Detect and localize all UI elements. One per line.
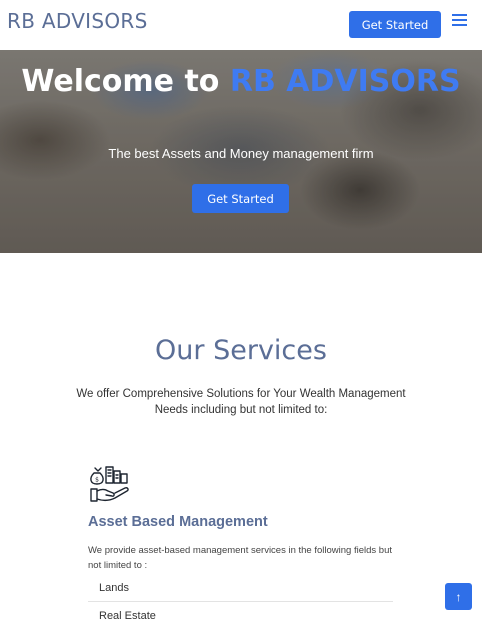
hero-subtitle: The best Assets and Money management fir… bbox=[108, 146, 374, 161]
back-to-top-button[interactable]: ↑ bbox=[445, 583, 472, 610]
asset-hand-icon: $ bbox=[88, 462, 132, 504]
site-header: RB ADVISORS Get Started bbox=[0, 0, 482, 50]
hero-get-started-button[interactable]: Get Started bbox=[192, 184, 289, 213]
list-item: Real Estate bbox=[99, 610, 156, 619]
service-field-list: Lands Real Estate bbox=[88, 574, 393, 619]
site-logo[interactable]: RB ADVISORS bbox=[7, 9, 148, 33]
arrow-up-icon: ↑ bbox=[455, 589, 462, 604]
service-title: Asset Based Management bbox=[88, 514, 268, 530]
services-description: We offer Comprehensive Solutions for You… bbox=[76, 388, 406, 416]
hero-title-accent: RB ADVISORS bbox=[229, 64, 461, 99]
list-item: Lands bbox=[88, 574, 393, 602]
svg-text:$: $ bbox=[95, 477, 99, 484]
service-description: We provide asset-based management servic… bbox=[88, 545, 392, 571]
hero-title: Welcome to RB ADVISORS bbox=[21, 64, 461, 99]
services-title: Our Services bbox=[155, 335, 327, 366]
get-started-button[interactable]: Get Started bbox=[349, 11, 441, 38]
hero-section: Welcome to RB ADVISORS The best Assets a… bbox=[0, 50, 482, 253]
hamburger-menu-icon[interactable] bbox=[452, 14, 467, 27]
